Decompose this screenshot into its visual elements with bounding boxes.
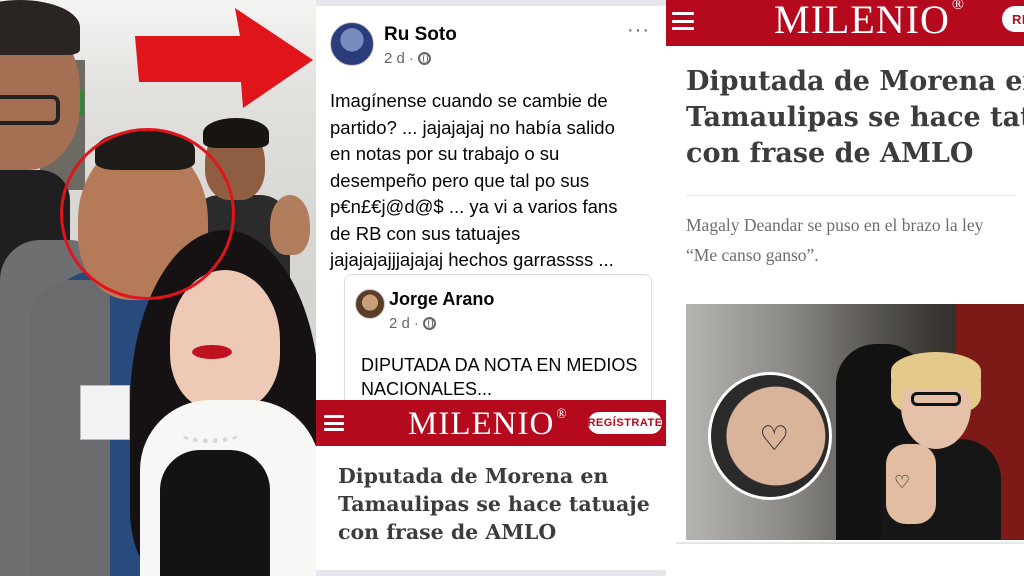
milenio-article-large: MILENIO® RE Diputada de Morena en Tamaul…: [666, 0, 1024, 576]
headline-line: Diputada de Morena en: [686, 66, 1024, 97]
headline-line: Tamaulipas se hace tatuaje: [686, 102, 1024, 133]
globe-icon: [422, 317, 436, 330]
heart-tattoo-icon: ♡: [759, 420, 790, 458]
photo-woman-face: [170, 270, 280, 410]
tattoo-closeup-inset: ♡: [708, 372, 832, 500]
post-time[interactable]: 2 d: [384, 50, 405, 67]
milenio-article-small: MILENIO ® REGÍSTRATE Diputada de Morena e…: [316, 400, 666, 576]
photo-woman-bangs: [891, 352, 981, 390]
milenio-logo[interactable]: MILENIO ®: [408, 406, 567, 443]
photo-woman-dress: [160, 450, 270, 576]
photo-glasses: [911, 392, 961, 406]
article-divider: [686, 195, 1016, 196]
highlight-circle: [60, 128, 235, 300]
post-header: Ru Soto 2 d · ···: [330, 20, 650, 70]
photo-woman-lips: [192, 345, 232, 359]
author-name[interactable]: Ru Soto: [384, 24, 457, 46]
more-options-icon[interactable]: ···: [627, 20, 650, 40]
article-headline[interactable]: Diputada de Morena en Tamaulipas se hace…: [338, 462, 658, 546]
shared-post[interactable]: Jorge Arano 2 d · DIPUTADA DA NOTA EN ME…: [344, 274, 652, 406]
photo-person-back-hair: [203, 118, 269, 148]
meta-separator: ·: [408, 50, 414, 67]
post-body: Imagínense cuando se cambie de partido? …: [330, 90, 618, 270]
milenio-header: MILENIO® RE: [666, 0, 1024, 46]
post-meta: 2 d ·: [384, 50, 431, 67]
register-button[interactable]: REGÍSTRATE: [587, 412, 662, 434]
bottom-strip: [316, 570, 666, 576]
heart-tattoo-icon: ♡: [894, 472, 911, 492]
register-button[interactable]: RE: [1002, 6, 1024, 32]
hamburger-menu-icon[interactable]: [672, 12, 694, 30]
bottom-strip: [676, 542, 1024, 544]
shared-post-body: DIPUTADA DA NOTA EN MEDIOS NACIONALES...: [361, 355, 638, 399]
milenio-header: MILENIO ® REGÍSTRATE: [316, 400, 666, 446]
hamburger-menu-icon[interactable]: [324, 415, 344, 431]
shared-author-avatar[interactable]: [355, 289, 385, 319]
author-avatar[interactable]: [330, 22, 374, 66]
photo-glasses: [0, 95, 60, 125]
shared-post-time[interactable]: 2 d: [389, 315, 410, 332]
photo-id-badge: [80, 385, 130, 440]
facebook-post: Ru Soto 2 d · ··· Imagínense cuando se c…: [316, 0, 666, 406]
article-headline[interactable]: Diputada de Morena en Tamaulipas se hace…: [686, 64, 1024, 172]
shared-post-header: Jorge Arano 2 d ·: [345, 289, 635, 332]
article-summary: Magaly Deandar se puso en el brazo la le…: [686, 210, 1024, 270]
meta-separator: ·: [413, 315, 419, 332]
shared-author-name[interactable]: Jorge Arano: [389, 289, 494, 310]
article-photo[interactable]: ♡ ♡: [686, 304, 1024, 540]
photo-peace-hand: [270, 195, 310, 255]
headline-line: con frase de AMLO: [686, 138, 974, 169]
milenio-logo[interactable]: MILENIO ®: [774, 0, 965, 43]
shared-post-meta: 2 d ·: [389, 315, 436, 332]
summary-line: Magaly Deandar se puso en el brazo la le…: [686, 215, 984, 235]
photo-necklace: [180, 425, 240, 443]
red-arrow-icon: [135, 8, 313, 108]
globe-icon: [417, 52, 431, 65]
summary-line: “Me canso ganso”.: [686, 245, 819, 265]
